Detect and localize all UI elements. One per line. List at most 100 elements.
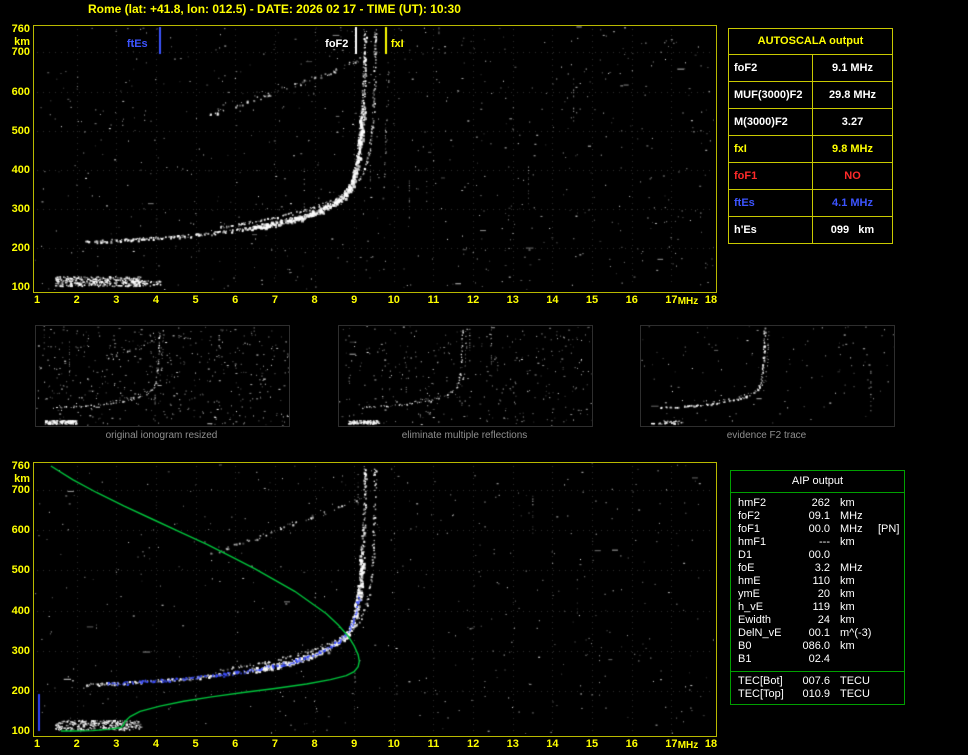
aip-note [878, 653, 904, 666]
marker-label-fof2: foF2 [325, 38, 349, 50]
x-tick-label: 3 [113, 294, 120, 306]
x-tick-label: 10 [387, 294, 400, 306]
aip-value: 010.9 [802, 688, 830, 700]
x-tick-label: 10 [387, 738, 400, 750]
aip-unit: km [840, 601, 855, 613]
profile-ionogram-canvas [34, 463, 714, 734]
y-tick-label: 700 [11, 46, 30, 59]
autoscala-row-value: NO [844, 170, 861, 182]
aip-label: TEC[Top] [738, 688, 784, 700]
autoscala-row-fxi: fxI 9.8 MHz [729, 135, 892, 162]
y-tick-label: 100 [11, 725, 30, 737]
aip-row-hme: hmE 110 km [731, 575, 904, 588]
x-tick-label: 5 [192, 738, 199, 750]
x-tick-label: 8 [311, 738, 318, 750]
autoscala-row-value: 9.1 MHz [832, 62, 873, 74]
x-tick-label: 4 [152, 294, 159, 306]
aip-label: ymE [738, 588, 760, 600]
autoscala-row-label: h'Es [729, 217, 813, 243]
x-tick-label: 13 [506, 738, 519, 750]
thumbnail-multiple-reflections [338, 325, 593, 427]
aip-table-title: AIP output [731, 471, 904, 493]
aip-label: hmF1 [738, 536, 767, 548]
profile-ionogram-plot [33, 462, 717, 737]
marker-label-ftes: ftEs [126, 38, 148, 50]
x-tick-label: 3 [113, 738, 120, 750]
aip-unit: km [840, 497, 855, 509]
x-tick-label: 16 [625, 738, 638, 750]
x-tick-label: 9 [351, 738, 358, 750]
x-tick-label: 12 [466, 738, 480, 750]
aip-note [878, 688, 904, 701]
x-tick-label: 2 [73, 294, 80, 306]
aip-unit: MHz [840, 510, 863, 522]
aip-note [878, 510, 904, 523]
y-tick-label: 700 [11, 484, 30, 497]
aip-note [878, 549, 904, 562]
aip-row-fof2: foF2 09.1 MHz [731, 510, 904, 523]
aip-label: foF2 [738, 510, 761, 522]
main-ionogram-plot [33, 25, 717, 293]
x-tick-label: 14 [546, 738, 559, 750]
aip-value: 262 [811, 497, 830, 509]
aip-label: h_vE [738, 601, 764, 613]
autoscala-row-value: 099 km [830, 224, 875, 236]
aip-note [878, 588, 904, 601]
autoscala-row-label: foF1 [729, 163, 813, 189]
aip-note [878, 627, 904, 640]
aip-unit [830, 549, 878, 562]
autoscala-row-label: foF2 [729, 55, 813, 81]
x-tick-label: 7 [271, 294, 278, 306]
aip-label: D1 [738, 549, 753, 561]
x-tick-label: 5 [192, 294, 199, 306]
aip-value: 24 [817, 614, 830, 626]
marker-label-fxi: fxI [390, 38, 404, 50]
aip-note [878, 601, 904, 614]
aip-note [878, 675, 904, 688]
x-tick-label: 14 [546, 294, 559, 306]
aip-unit: TECU [840, 688, 870, 700]
aip-value: 09.1 [808, 510, 830, 522]
aip-label: B0 [738, 640, 752, 652]
aip-unit: MHz [840, 523, 863, 535]
autoscala-row-value: 4.1 MHz [832, 197, 873, 209]
autoscala-row-value: 9.8 MHz [832, 143, 873, 155]
aip-label: Ewidth [738, 614, 772, 626]
y-tick-label: 200 [11, 241, 30, 254]
aip-note [878, 575, 904, 588]
aip-row-deln-ve: DelN_vE 00.1 m^(-3) [731, 627, 904, 640]
y-axis-unit-km: km [14, 36, 30, 48]
autoscala-row-label: M(3000)F2 [729, 109, 813, 135]
x-tick-label: 8 [311, 294, 318, 306]
autoscala-output-table: AUTOSCALA output foF2 9.1 MHz MUF(3000)F2 2… [728, 28, 893, 244]
autoscala-row-label: fxI [729, 136, 813, 162]
y-tick-label: 400 [11, 604, 30, 617]
aip-row-fof1: foF1 00.0 MHz [PN] [731, 523, 904, 536]
x-tick-label: 6 [232, 294, 239, 306]
aip-output-table: AIP output hmF2 262 km foF2 09.1 MHz foF1 00.0 M… [730, 470, 905, 705]
aip-label: hmE [738, 575, 761, 587]
x-tick-label: 15 [585, 294, 599, 306]
aip-row-ewidth: Ewidth 24 km [731, 614, 904, 627]
x-tick-label: 13 [506, 294, 519, 306]
aip-table-rows: hmF2 262 km foF2 09.1 MHz foF1 00.0 MHz [PN] hmF1 -… [731, 493, 904, 668]
x-tick-label: 9 [351, 294, 358, 306]
autoscala-app-window: Rome (lat: +41.8, lon: 012.5) - DATE: 20… [0, 0, 968, 755]
x-axis-unit-mhz: MHz [677, 740, 699, 751]
aip-note [878, 640, 904, 653]
aip-unit: km [840, 536, 855, 548]
thumbnail-f2-trace-caption: evidence F2 trace [726, 430, 807, 441]
aip-row-hmf1: hmF1 --- km [731, 536, 904, 549]
aip-row-b1: B1 02.4 [731, 653, 904, 666]
aip-value: 086.0 [802, 640, 830, 652]
y-axis-unit-km: km [14, 473, 30, 485]
aip-note [878, 562, 904, 575]
thumbnail-original-ionogram [35, 325, 290, 427]
main-ionogram-canvas [34, 26, 714, 290]
thumbnail-multiple-reflections-caption: eliminate multiple reflections [401, 430, 528, 441]
autoscala-row-ftes: ftEs 4.1 MHz [729, 189, 892, 216]
autoscala-row-value: 3.27 [841, 116, 864, 128]
x-tick-label: 1 [33, 294, 41, 306]
autoscala-table-rows: foF2 9.1 MHz MUF(3000)F2 29.8 MHz M(3000)F2 3… [729, 55, 892, 243]
y-tick-label: 760 [11, 23, 30, 35]
